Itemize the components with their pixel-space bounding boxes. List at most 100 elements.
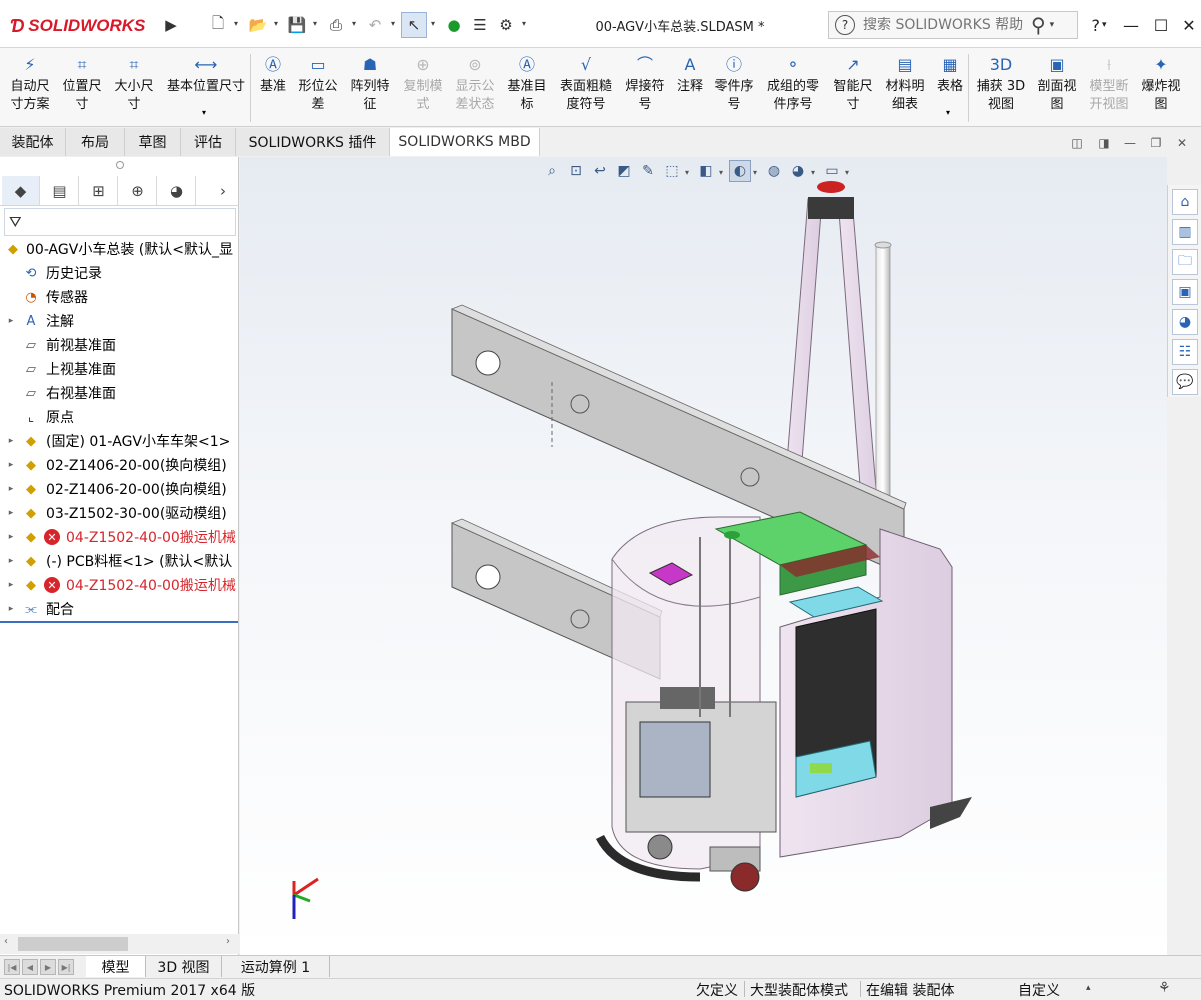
close-icon[interactable]: ✕	[1174, 12, 1201, 38]
display-manager-tab-icon[interactable]: ◕	[158, 176, 196, 205]
ribbon-button-stacked-balloon[interactable]: ⚬ 成组的零 件序号	[760, 52, 826, 124]
solidworks-resources-icon[interactable]: ⌂	[1172, 189, 1198, 215]
print-icon[interactable]: ⎙	[323, 12, 349, 38]
tree-item[interactable]: ▱ 前视基准面	[0, 333, 238, 357]
unit-dropdown-icon[interactable]: ▴	[1086, 983, 1091, 993]
view-orientation-icon[interactable]: ⬚	[661, 160, 683, 182]
tree-item[interactable]: ▸ A 注解	[0, 309, 238, 333]
tab-solidworks-addins[interactable]: SOLIDWORKS 插件	[236, 128, 390, 156]
undo-icon[interactable]: ↶	[362, 12, 388, 38]
configuration-manager-tab-icon[interactable]: ⊞	[80, 176, 118, 205]
ribbon-button-auto-dimension[interactable]: ⚡ 自动尺 寸方案	[4, 52, 56, 124]
tile-right-icon[interactable]: ◨	[1095, 134, 1113, 152]
scroll-right-icon[interactable]: ›	[226, 936, 230, 947]
ribbon-button-section-view[interactable]: ▣ 剖面视 图	[1032, 52, 1082, 124]
ribbon-button-copy-scheme[interactable]: ⊕ 复制模 式	[398, 52, 448, 124]
search-dropdown-icon[interactable]: ▾	[1050, 20, 1055, 30]
tabs-more-icon[interactable]: ›	[210, 176, 236, 205]
ribbon-button-datum-target[interactable]: Ⓐ 基准目 标	[502, 52, 552, 124]
undo-dropdown-icon[interactable]: ▾	[389, 18, 397, 28]
doc-close-icon[interactable]: ✕	[1173, 134, 1191, 152]
tree-item[interactable]: ⟲ 历史记录	[0, 261, 238, 285]
zoom-to-area-icon[interactable]: ⊡	[565, 160, 587, 182]
ribbon-button-size-dimension[interactable]: ⌗ 大小尺 寸	[108, 52, 160, 124]
tab-solidworks-mbd[interactable]: SOLIDWORKS MBD	[390, 128, 540, 156]
tab-evaluate[interactable]: 评估	[181, 128, 236, 156]
next-tab-icon[interactable]: ▶	[40, 959, 56, 975]
new-document-icon[interactable]: 🗋	[205, 12, 231, 38]
search-input[interactable]	[863, 17, 1023, 33]
solidworks-logo[interactable]: Ɗ SOLIDWORKS	[10, 12, 154, 40]
expand-arrow-icon[interactable]: ▸	[6, 508, 16, 518]
first-tab-icon[interactable]: |◀	[4, 959, 20, 975]
ribbon-button-balloon[interactable]: ⓘ 零件序 号	[710, 52, 758, 124]
select-dropdown-icon[interactable]: ▾	[429, 18, 437, 28]
ribbon-button-location-dimension[interactable]: ⌗ 位置尺 寸	[56, 52, 108, 124]
tree-item[interactable]: ▸ ◆ 03-Z1502-30-00(驱动模组)	[0, 501, 238, 525]
ribbon-button-explode-view[interactable]: ✦ 爆炸视 图	[1136, 52, 1186, 124]
tree-item[interactable]: ▸ ◆ 02-Z1406-20-00(换向模组)	[0, 477, 238, 501]
open-folder-icon[interactable]: 📂	[245, 12, 271, 38]
expand-arrow-icon[interactable]: ▸	[6, 460, 16, 470]
tab-3d-views[interactable]: 3D 视图	[146, 956, 222, 977]
expand-arrow-icon[interactable]: ▸	[6, 436, 16, 446]
file-properties-icon[interactable]: ☰	[467, 12, 493, 38]
previous-view-icon[interactable]: ↩	[589, 160, 611, 182]
doc-restore-icon[interactable]: ❐	[1147, 134, 1165, 152]
options-gear-icon[interactable]: ⚙	[493, 12, 519, 38]
ribbon-button-pattern-feature[interactable]: ☗ 阵列特 征	[344, 52, 396, 124]
options-dropdown-icon[interactable]: ▾	[520, 18, 528, 28]
ribbon-button-geometric-tolerance[interactable]: ▭ 形位公 差	[294, 52, 342, 124]
tree-item[interactable]: ⌞ 原点	[0, 405, 238, 429]
ribbon-button-capture-3d-view[interactable]: 3D 捕获 3D 视图	[972, 52, 1030, 124]
ribbon-button-note[interactable]: A 注释	[672, 52, 708, 124]
edit-appearance-icon[interactable]: ◍	[763, 160, 785, 182]
help-search-box[interactable]: ? ⚲ ▾	[828, 11, 1078, 39]
tree-item[interactable]: ▸ ◆ (固定) 01-AGV小车车架<1>	[0, 429, 238, 453]
quick-tips-icon[interactable]: ⚘	[1158, 980, 1171, 996]
display-style-icon[interactable]: ◧	[695, 160, 717, 182]
search-icon[interactable]: ⚲	[1031, 13, 1046, 37]
menu-arrow-icon[interactable]: ▶	[158, 12, 184, 38]
expand-arrow-icon[interactable]: ▸	[6, 484, 16, 494]
file-explorer-icon[interactable]: 🗀	[1172, 249, 1198, 275]
view-orientation-dropdown-icon[interactable]: ▾	[685, 160, 693, 184]
rebuild-traffic-light-icon[interactable]: ●	[441, 12, 467, 38]
tile-left-icon[interactable]: ◫	[1068, 134, 1086, 152]
expand-arrow-icon[interactable]: ▸	[6, 604, 16, 614]
expand-arrow-icon[interactable]: ▸	[6, 556, 16, 566]
new-dropdown-icon[interactable]: ▾	[232, 18, 240, 28]
expand-arrow-icon[interactable]: ▸	[6, 532, 16, 542]
help-button[interactable]: ? ▾	[1084, 12, 1114, 38]
tab-assembly[interactable]: 装配体	[0, 128, 66, 156]
tree-root-assembly[interactable]: ◆ 00-AGV小车总装 (默认<默认_显	[0, 237, 238, 261]
minimize-icon[interactable]: —	[1116, 12, 1146, 38]
unit-system[interactable]: 自定义	[1018, 980, 1060, 1000]
prev-tab-icon[interactable]: ◀	[22, 959, 38, 975]
tree-item[interactable]: ▸ ◆ ✕ 04-Z1502-40-00搬运机械	[0, 573, 238, 597]
zoom-to-fit-icon[interactable]: ⌕	[541, 160, 563, 182]
expand-arrow-icon[interactable]: ▸	[6, 316, 16, 326]
hide-show-items-icon[interactable]: ◐	[729, 160, 751, 182]
ribbon-button-surface-finish[interactable]: √ 表面粗糙 度符号	[554, 52, 618, 124]
section-view-icon[interactable]: ◩	[613, 160, 635, 182]
property-manager-tab-icon[interactable]: ▤	[41, 176, 79, 205]
last-tab-icon[interactable]: ▶|	[58, 959, 74, 975]
display-style-dropdown-icon[interactable]: ▾	[719, 160, 727, 184]
save-icon[interactable]: 💾	[284, 12, 310, 38]
pane-horizontal-scrollbar[interactable]: ‹ ›	[0, 934, 239, 954]
tree-item[interactable]: ▱ 右视基准面	[0, 381, 238, 405]
ribbon-button-tolerance-status[interactable]: ⊚ 显示公 差状态	[450, 52, 500, 124]
feature-manager-tab-icon[interactable]: ◆	[2, 176, 40, 205]
pane-grip-icon[interactable]	[116, 161, 124, 169]
appearances-icon[interactable]: ◕	[1172, 309, 1198, 335]
doc-minimize-icon[interactable]: —	[1121, 134, 1139, 152]
ribbon-button-bom[interactable]: ▤ 材料明 细表	[880, 52, 930, 124]
ribbon-dropdown-icon[interactable]: ▾	[946, 108, 950, 117]
tab-model[interactable]: 模型	[86, 956, 146, 977]
view-settings-dropdown-icon[interactable]: ▾	[845, 160, 853, 184]
apply-scene-icon[interactable]: ◕	[787, 160, 809, 182]
maximize-icon[interactable]: ☐	[1146, 12, 1176, 38]
tab-motion-study[interactable]: 运动算例 1	[222, 956, 330, 977]
scroll-left-icon[interactable]: ‹	[4, 936, 8, 947]
